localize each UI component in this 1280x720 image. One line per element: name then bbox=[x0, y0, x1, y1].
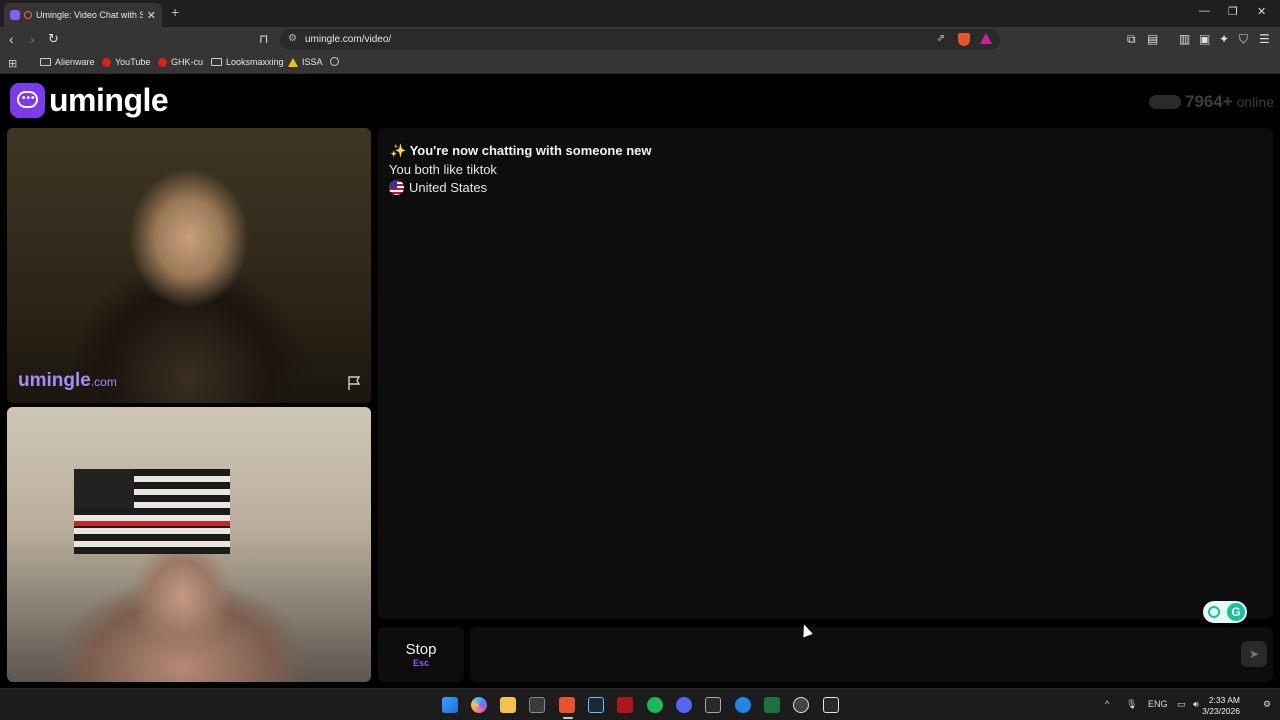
stranger-video: umingle.com bbox=[7, 128, 371, 403]
microphone-icon[interactable]: 🎙︎ bbox=[1126, 699, 1137, 710]
start-windows-icon[interactable] bbox=[442, 697, 458, 713]
chatgpt-icon[interactable] bbox=[793, 697, 809, 713]
share-icon[interactable]: ⇗ bbox=[937, 33, 945, 44]
recording-indicator-icon bbox=[24, 11, 32, 19]
send-button[interactable]: ➤ bbox=[1241, 641, 1267, 667]
site-info-icon[interactable]: ⚙ bbox=[288, 33, 297, 44]
system-clock[interactable]: 2:33 AM 3/23/2026 bbox=[1202, 695, 1240, 717]
bookmark-alienware[interactable]: Alienware bbox=[40, 57, 95, 67]
brave-shields-icon[interactable] bbox=[958, 33, 970, 46]
grammarly-suggestion-icon bbox=[1208, 606, 1220, 618]
wallet-icon[interactable]: ▣ bbox=[1199, 32, 1210, 46]
copilot-icon[interactable] bbox=[471, 697, 487, 713]
extensions-icon[interactable]: ⧉ bbox=[1127, 32, 1136, 47]
common-interest-message: You both like tiktok bbox=[389, 162, 497, 177]
show-hidden-icons-icon[interactable]: ^ bbox=[1105, 699, 1109, 709]
clock-date: 3/23/2026 bbox=[1202, 706, 1240, 716]
edge-dev-icon[interactable] bbox=[735, 697, 751, 713]
online-counter: 7964+ online bbox=[1148, 92, 1274, 112]
back-icon[interactable]: ‹ bbox=[9, 31, 14, 47]
bookmark-looksmaxxing[interactable]: Looksmaxxing bbox=[211, 57, 284, 67]
discord-icon[interactable] bbox=[676, 697, 692, 713]
minimize-icon[interactable]: — bbox=[1199, 5, 1210, 17]
country-label: United States bbox=[409, 180, 488, 195]
stop-shortcut: Esc bbox=[412, 658, 429, 668]
address-bar[interactable]: ⚙ umingle.com/video/ ⇗ bbox=[280, 29, 1000, 50]
leo-ai-icon[interactable]: ✦ bbox=[1219, 32, 1229, 46]
bookmark-globe[interactable] bbox=[330, 57, 339, 66]
self-video bbox=[7, 407, 371, 682]
bookmark-ghk-cu[interactable]: GHK-cu bbox=[158, 57, 203, 67]
youtube-icon bbox=[102, 57, 111, 67]
us-flag-icon bbox=[389, 180, 404, 195]
bookmark-issa[interactable]: ISSA bbox=[288, 57, 323, 67]
browser-tab-bar: Umingle: Video Chat with Str ✕ + — ❐ ✕ bbox=[0, 0, 1280, 27]
background-flag bbox=[74, 469, 230, 554]
epic-games-launcher-icon[interactable] bbox=[823, 697, 839, 713]
restore-icon[interactable]: ❐ bbox=[1228, 5, 1238, 18]
online-toggle bbox=[1148, 95, 1181, 109]
online-label: online bbox=[1236, 94, 1274, 110]
vpn-icon[interactable]: ⛉ bbox=[1239, 32, 1248, 47]
stop-button[interactable]: Stop Esc bbox=[378, 627, 464, 682]
chat-bubble-logo-icon: ••• bbox=[10, 83, 45, 118]
report-flag-icon[interactable] bbox=[346, 375, 362, 391]
menu-icon[interactable]: ☰ bbox=[1259, 32, 1270, 46]
bookmark-icon[interactable]: ⊓ bbox=[259, 31, 268, 47]
excel-icon[interactable] bbox=[764, 697, 780, 713]
umingle-favicon-icon bbox=[10, 10, 20, 20]
file-explorer-icon[interactable] bbox=[500, 697, 516, 713]
message-input[interactable]: ➤ bbox=[470, 627, 1273, 682]
stop-label: Stop bbox=[405, 641, 437, 658]
bookmark-youtube[interactable]: YouTube bbox=[102, 57, 150, 67]
folder-icon bbox=[211, 58, 222, 66]
store-icon[interactable] bbox=[529, 697, 545, 713]
online-count: 7964+ bbox=[1184, 92, 1233, 111]
bookmarks-bar: ⊞ Alienware YouTube GHK-cu Looksmaxxing … bbox=[0, 52, 1280, 74]
stranger-country: United States bbox=[389, 180, 487, 195]
clock-time: 2:33 AM bbox=[1208, 695, 1240, 705]
logo-text: umingle bbox=[49, 82, 169, 118]
red-app-icon[interactable] bbox=[617, 697, 633, 713]
video-watermark: umingle.com bbox=[18, 370, 117, 391]
settings-gear-icon[interactable]: ⚙ bbox=[1263, 699, 1271, 710]
new-tab-button[interactable]: + bbox=[171, 4, 179, 20]
close-tab-icon[interactable]: ✕ bbox=[147, 9, 156, 22]
reload-icon[interactable]: ↻ bbox=[48, 31, 59, 47]
globe-icon bbox=[330, 57, 339, 66]
windows-taskbar: ^ 🎙︎ ENG ▭ 🔊︎ 2:33 AM 3/23/2026 ⚙ bbox=[0, 688, 1280, 720]
grammarly-widget[interactable]: G bbox=[1203, 601, 1247, 623]
active-app-indicator bbox=[563, 717, 573, 719]
grammarly-icon: G bbox=[1227, 603, 1245, 621]
tab-title: Umingle: Video Chat with Str bbox=[36, 10, 143, 20]
epic-games-icon[interactable] bbox=[705, 697, 721, 713]
folder-icon bbox=[40, 58, 51, 66]
send-icon: ➤ bbox=[1248, 647, 1260, 661]
umingle-page: ••• umingle 7964+ online umingle.com ✨ Y… bbox=[0, 75, 1280, 687]
address-toolbar: ‹ › ↻ ⊓ ⚙ umingle.com/video/ ⇗ ⧉ ▤ ▥ ▣ ✦… bbox=[0, 27, 1280, 52]
language-indicator[interactable]: ENG bbox=[1148, 699, 1168, 709]
volume-icon[interactable]: 🔊︎ bbox=[1193, 699, 1199, 710]
url-text[interactable]: umingle.com/video/ bbox=[305, 34, 391, 45]
sidebar-icon[interactable]: ▥ bbox=[1179, 32, 1190, 46]
close-window-icon[interactable]: ✕ bbox=[1257, 5, 1266, 18]
youtube-icon bbox=[158, 57, 167, 67]
network-icon[interactable]: ▭ bbox=[1177, 699, 1186, 710]
steam-icon[interactable] bbox=[588, 697, 604, 713]
system-message: ✨ You're now chatting with someone new bbox=[390, 143, 652, 158]
brave-browser-icon[interactable] bbox=[559, 697, 575, 713]
forward-icon[interactable]: › bbox=[30, 31, 35, 47]
apps-grid-icon[interactable]: ⊞ bbox=[8, 57, 17, 70]
site-logo[interactable]: ••• umingle bbox=[10, 82, 169, 119]
browser-tab[interactable]: Umingle: Video Chat with Str ✕ bbox=[4, 3, 162, 27]
spotify-icon[interactable] bbox=[647, 697, 663, 713]
chat-panel: ✨ You're now chatting with someone new Y… bbox=[378, 128, 1273, 623]
issa-icon bbox=[288, 57, 298, 67]
brave-rewards-icon[interactable] bbox=[980, 33, 992, 44]
reader-icon[interactable]: ▤ bbox=[1147, 32, 1158, 46]
